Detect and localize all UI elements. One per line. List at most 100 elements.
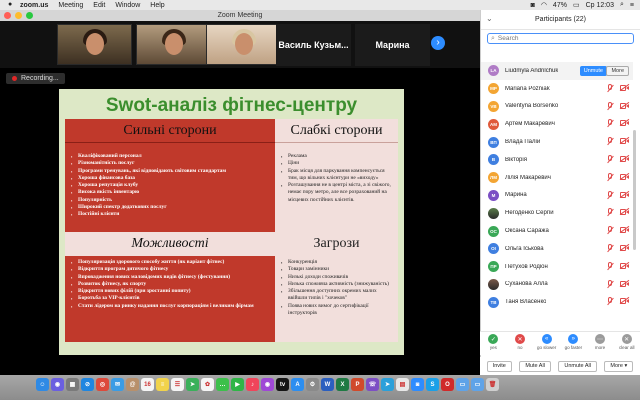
participant-row[interactable]: OI Ольга Іськова	[481, 240, 633, 258]
participant-row[interactable]: AM Артем Макаревич	[481, 115, 633, 133]
preview-icon[interactable]: ▤	[396, 378, 409, 391]
reaction-more[interactable]: ⋯ more	[587, 332, 614, 355]
notes-icon[interactable]: ≡	[156, 378, 169, 391]
mail-icon[interactable]: ✉	[111, 378, 124, 391]
zoom-status-icon[interactable]: ◙	[531, 2, 535, 9]
mic-muted-icon[interactable]	[606, 119, 614, 128]
participant-name: Петухов Родіон	[505, 263, 548, 270]
mute-all-button[interactable]: Mute All	[519, 360, 551, 372]
video-tile[interactable]	[136, 24, 211, 65]
video-tile[interactable]	[206, 24, 281, 65]
menu-edit[interactable]: Edit	[93, 2, 105, 9]
minimize-icon[interactable]	[15, 12, 22, 19]
folder-icon[interactable]: ▭	[456, 378, 469, 391]
participant-status	[606, 101, 630, 111]
contacts-icon[interactable]: @	[126, 378, 139, 391]
reaction-go-faster[interactable]: » go faster	[560, 332, 587, 355]
chrome-icon[interactable]: ◎	[96, 378, 109, 391]
video-tile-name[interactable]: Марина	[355, 24, 430, 66]
messages-icon[interactable]: …	[216, 378, 229, 391]
next-page-icon[interactable]: ›	[431, 36, 445, 50]
calendar-icon[interactable]: 16	[141, 378, 154, 391]
menu-app[interactable]: zoom.us	[20, 2, 48, 9]
photos-icon[interactable]: ✿	[201, 378, 214, 391]
avatar: VB	[488, 100, 499, 112]
slide-bullet: Різноманітність послуг	[71, 160, 271, 168]
apple-icon[interactable]: ●	[8, 1, 14, 8]
search-icon[interactable]: ⌕	[620, 1, 624, 9]
maps-icon[interactable]: ➤	[186, 378, 199, 391]
zoom-window-icon[interactable]	[26, 12, 33, 19]
skype-icon[interactable]: S	[426, 378, 439, 391]
menubar-clock[interactable]: Ср 12:03	[586, 2, 614, 9]
mic-muted-icon[interactable]	[606, 226, 614, 235]
launchpad-icon[interactable]: ▦	[66, 378, 79, 391]
reaction-go-slower[interactable]: «go slower	[533, 332, 560, 355]
video-tile[interactable]	[57, 24, 132, 65]
mic-muted-icon[interactable]	[606, 243, 614, 253]
battery-icon[interactable]: ▭	[573, 1, 580, 9]
mic-muted-icon[interactable]	[606, 208, 614, 217]
mic-muted-icon[interactable]	[606, 172, 614, 182]
participant-scrollbar[interactable]	[633, 130, 636, 250]
participant-row[interactable]: ЛМ Лілія Макаревич	[481, 169, 633, 187]
more-button[interactable]: More ▾	[604, 360, 634, 372]
menu-meeting[interactable]: Meeting	[58, 2, 83, 9]
reminders-icon[interactable]: ☰	[171, 378, 184, 391]
participant-row[interactable]: TB Таня Власенко	[481, 293, 633, 311]
powerpoint-icon[interactable]: P	[351, 378, 364, 391]
telegram-icon[interactable]: ➤	[381, 378, 394, 391]
mic-muted-icon[interactable]	[606, 154, 614, 164]
video-tile-name[interactable]: Василь Кузьм...	[276, 24, 351, 66]
appstore-icon[interactable]: A	[291, 378, 304, 391]
wifi-icon[interactable]: ◠	[541, 1, 547, 9]
participant-row[interactable]: MP Mariana Pozniak	[481, 80, 633, 98]
opera-icon[interactable]: O	[441, 378, 454, 391]
mic-muted-icon[interactable]	[606, 83, 614, 93]
siri-icon[interactable]: ◉	[51, 378, 64, 391]
trash-icon[interactable]: 🗑	[486, 378, 499, 391]
invite-button[interactable]: Invite	[486, 360, 512, 372]
safari-icon[interactable]: ⊘	[81, 378, 94, 391]
word-icon[interactable]: W	[321, 378, 334, 391]
participant-row[interactable]: VB Valentyna Borsenko	[481, 98, 633, 116]
facetime-icon[interactable]: ▶	[231, 378, 244, 391]
participant-row[interactable]: LA Liudmyla Andrilchuk Unmute More	[481, 62, 633, 80]
mic-muted-icon[interactable]	[606, 190, 614, 200]
control-center-icon[interactable]: ≡	[630, 2, 634, 9]
collapse-icon[interactable]: ⌄	[486, 14, 493, 23]
unmute-all-button[interactable]: Unmute All	[558, 360, 597, 372]
participant-row[interactable]: B Вікторія	[481, 151, 633, 169]
close-icon[interactable]	[4, 12, 11, 19]
tv-icon[interactable]: tv	[276, 378, 289, 391]
reaction-clear-all[interactable]: ✕ clear all	[613, 332, 640, 355]
participant-row[interactable]: M Марина	[481, 187, 633, 205]
search-input[interactable]	[497, 35, 618, 42]
menu-window[interactable]: Window	[115, 2, 140, 9]
folder-icon-2[interactable]: ▭	[471, 378, 484, 391]
participant-row[interactable]: Негоденко Сергій	[481, 204, 633, 222]
mic-muted-icon[interactable]	[606, 261, 614, 271]
music-icon[interactable]: ♪	[246, 378, 259, 391]
reaction-no[interactable]: ✕ no	[507, 332, 534, 355]
recording-indicator[interactable]: Recording...	[6, 73, 65, 84]
participant-row[interactable]: ПР Петухов Родіон	[481, 258, 633, 276]
mic-muted-icon[interactable]	[606, 137, 614, 146]
participant-row[interactable]: Суханова Алла	[481, 276, 633, 294]
viber-icon[interactable]: ☏	[366, 378, 379, 391]
mic-muted-icon[interactable]	[606, 297, 614, 306]
participant-more-button[interactable]: More	[606, 66, 629, 76]
podcasts-icon[interactable]: ◉	[261, 378, 274, 391]
excel-icon[interactable]: X	[336, 378, 349, 391]
participant-row[interactable]: ВП Влада Палій	[481, 133, 633, 151]
unmute-button[interactable]: Unmute	[579, 66, 607, 76]
participant-search[interactable]: ⌕	[487, 33, 634, 44]
finder-icon[interactable]: ☺	[36, 378, 49, 391]
settings-icon[interactable]: ⚙	[306, 378, 319, 391]
mic-muted-icon[interactable]	[606, 279, 614, 289]
zoom-icon[interactable]: ◙	[411, 378, 424, 391]
mic-muted-icon[interactable]	[606, 101, 614, 111]
reaction-yes[interactable]: ✓ yes	[480, 332, 507, 355]
participant-row[interactable]: OC Оксана Саража	[481, 222, 633, 240]
menu-help[interactable]: Help	[150, 2, 164, 9]
